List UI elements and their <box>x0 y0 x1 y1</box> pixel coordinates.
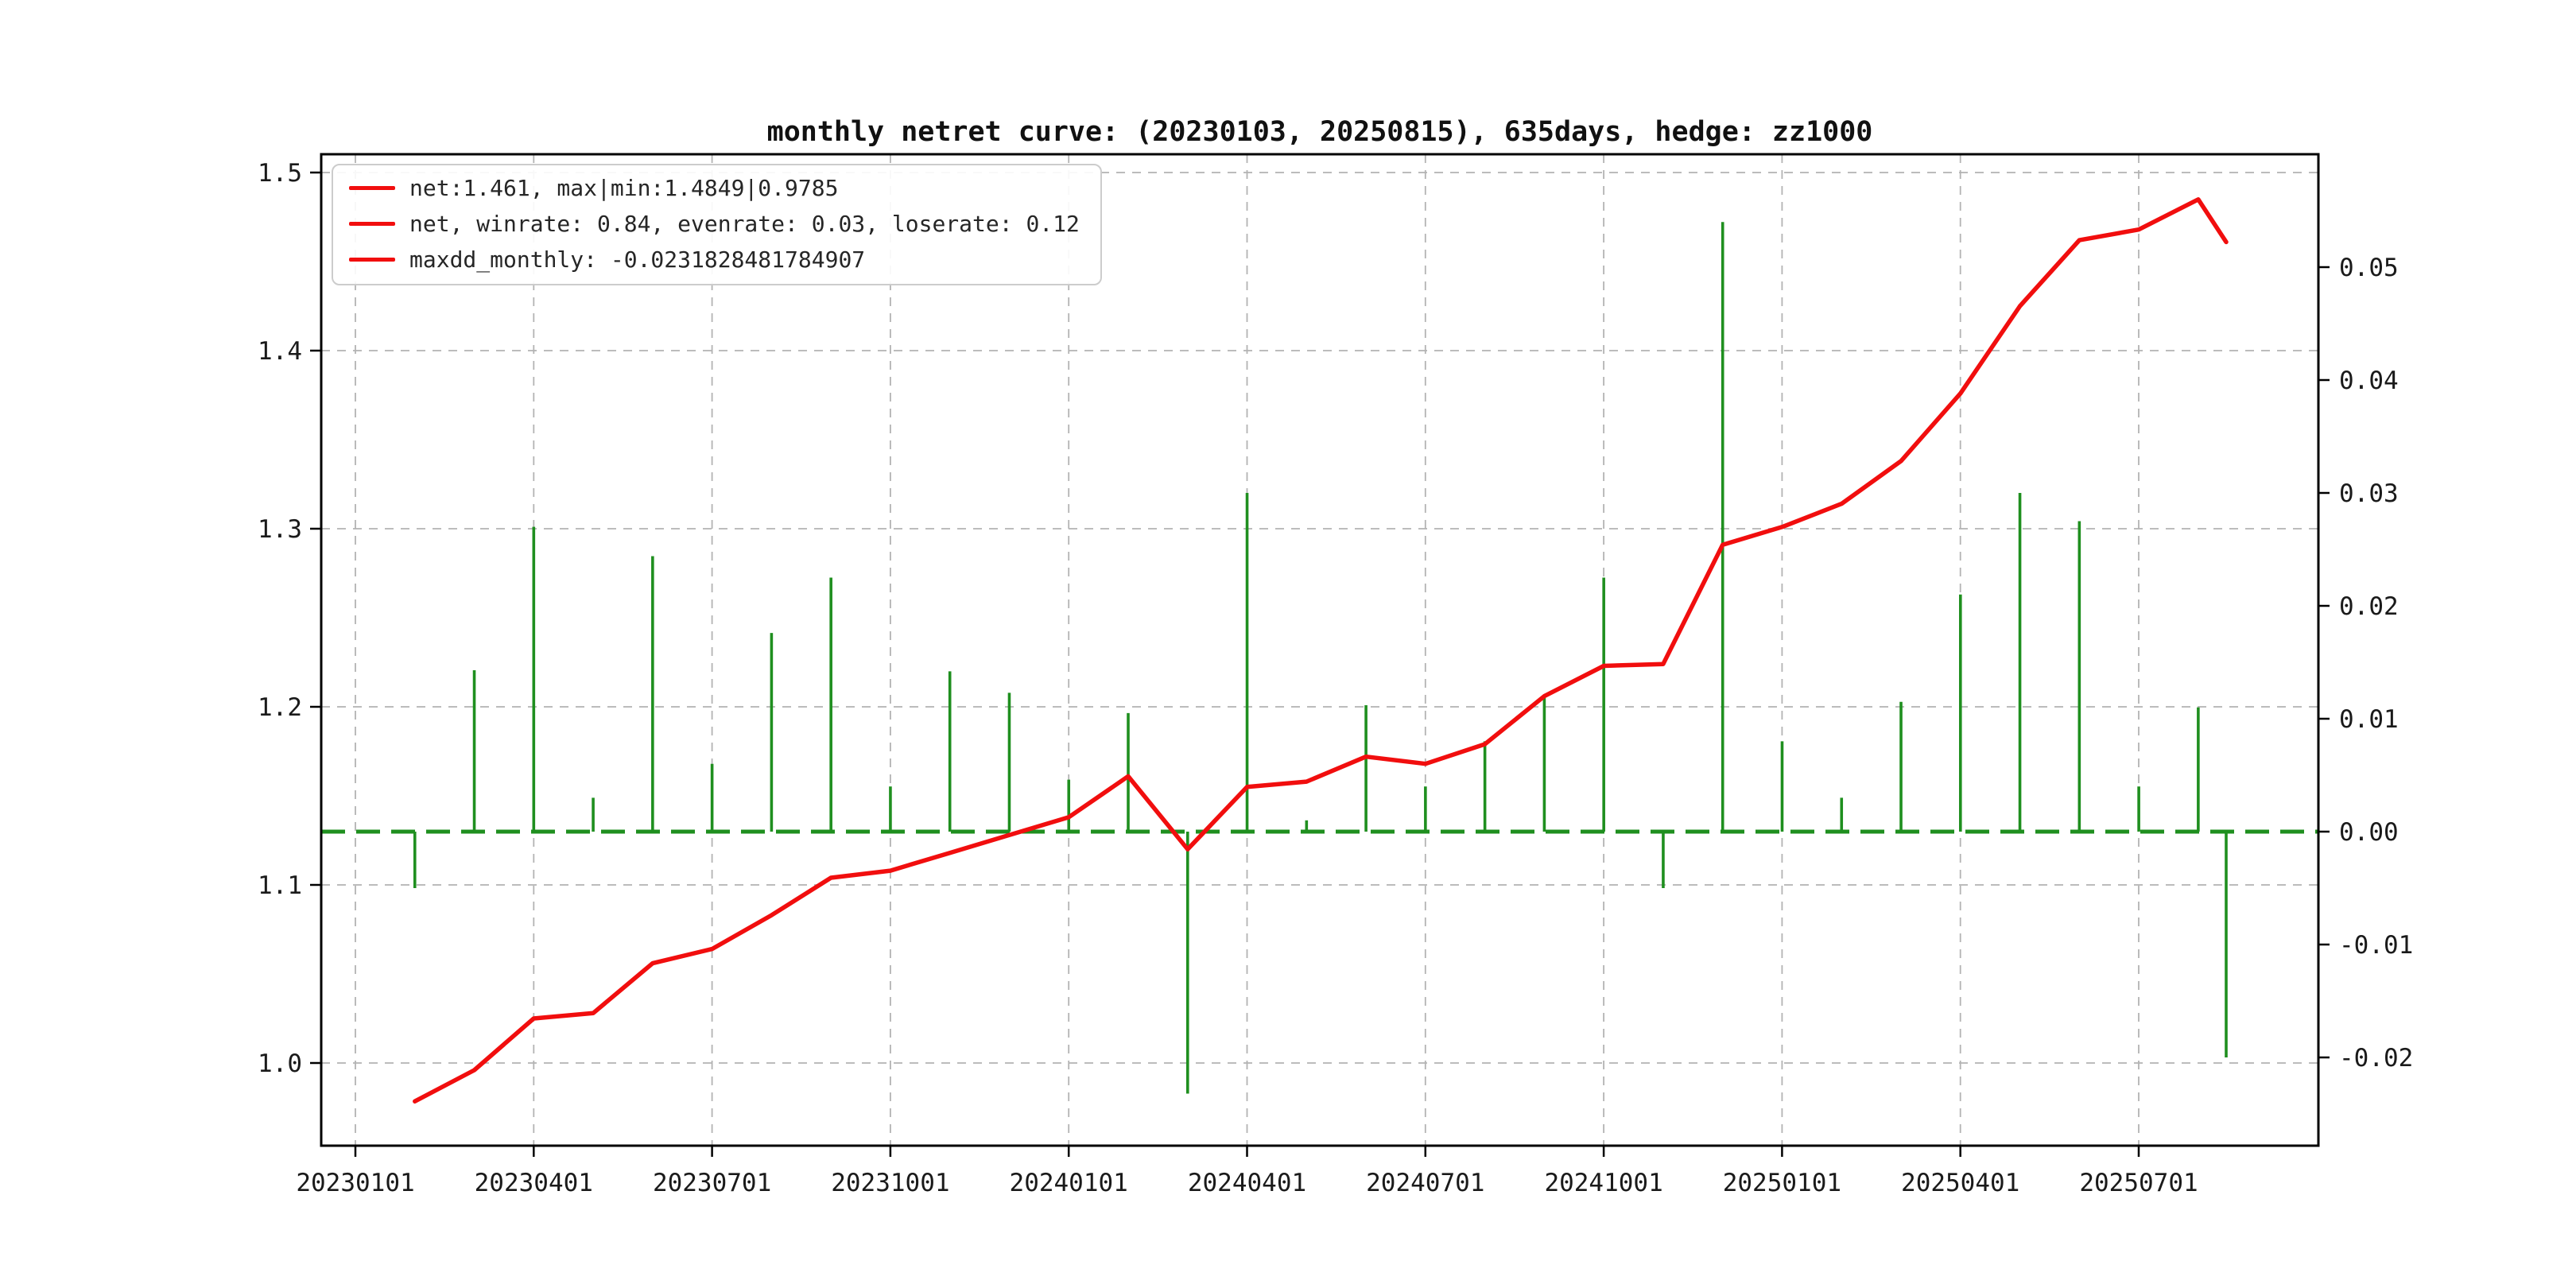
left-tick-label: 1.2 <box>258 693 302 722</box>
left-tick-label: 1.0 <box>258 1049 302 1078</box>
net-line-swatch <box>349 186 395 190</box>
x-tick-label: 20250701 <box>2079 1169 2198 1197</box>
net-line-swatch <box>349 258 395 262</box>
left-tick-label: 1.5 <box>258 159 302 188</box>
right-tick-label: -0.01 <box>2339 931 2413 960</box>
right-tick-label: 0.04 <box>2339 367 2399 395</box>
x-tick-label: 20231001 <box>831 1169 949 1197</box>
chart-figure: monthly netret curve: (20230103, 2025081… <box>0 0 2576 1288</box>
legend-entry-net: net:1.461, max|min:1.4849|0.9785 <box>349 175 1080 201</box>
x-tick-label: 20240101 <box>1010 1169 1128 1197</box>
x-tick-label: 20250101 <box>1723 1169 1841 1197</box>
net-line-swatch <box>349 222 395 226</box>
legend-entry-maxdd: maxdd_monthly: -0.0231828481784907 <box>349 246 1080 273</box>
x-tick-label: 20240701 <box>1366 1169 1484 1197</box>
right-tick-label: 0.01 <box>2339 705 2399 734</box>
right-tick-label: 0.05 <box>2339 254 2399 282</box>
legend-label: net, winrate: 0.84, evenrate: 0.03, lose… <box>409 211 1080 237</box>
legend-box: net:1.461, max|min:1.4849|0.9785 net, wi… <box>332 164 1102 285</box>
right-tick-label: 0.02 <box>2339 592 2399 621</box>
right-tick-label: -0.02 <box>2339 1044 2413 1073</box>
right-tick-label: 0.00 <box>2339 818 2399 847</box>
left-tick-label: 1.4 <box>258 337 302 366</box>
net-curve-line <box>413 197 2229 1104</box>
left-tick-label: 1.1 <box>258 871 302 900</box>
legend-label: maxdd_monthly: -0.0231828481784907 <box>409 246 866 273</box>
x-tick-label: 20250401 <box>1901 1169 2019 1197</box>
x-tick-label: 20230401 <box>475 1169 593 1197</box>
right-tick-label: 0.03 <box>2339 479 2399 508</box>
legend-entry-winrate: net, winrate: 0.84, evenrate: 0.03, lose… <box>349 211 1080 237</box>
x-tick-label: 20240401 <box>1188 1169 1306 1197</box>
x-tick-label: 20241001 <box>1544 1169 1662 1197</box>
x-tick-label: 20230101 <box>296 1169 414 1197</box>
x-tick-label: 20230701 <box>653 1169 771 1197</box>
legend-label: net:1.461, max|min:1.4849|0.9785 <box>409 175 839 201</box>
left-tick-label: 1.3 <box>258 515 302 544</box>
